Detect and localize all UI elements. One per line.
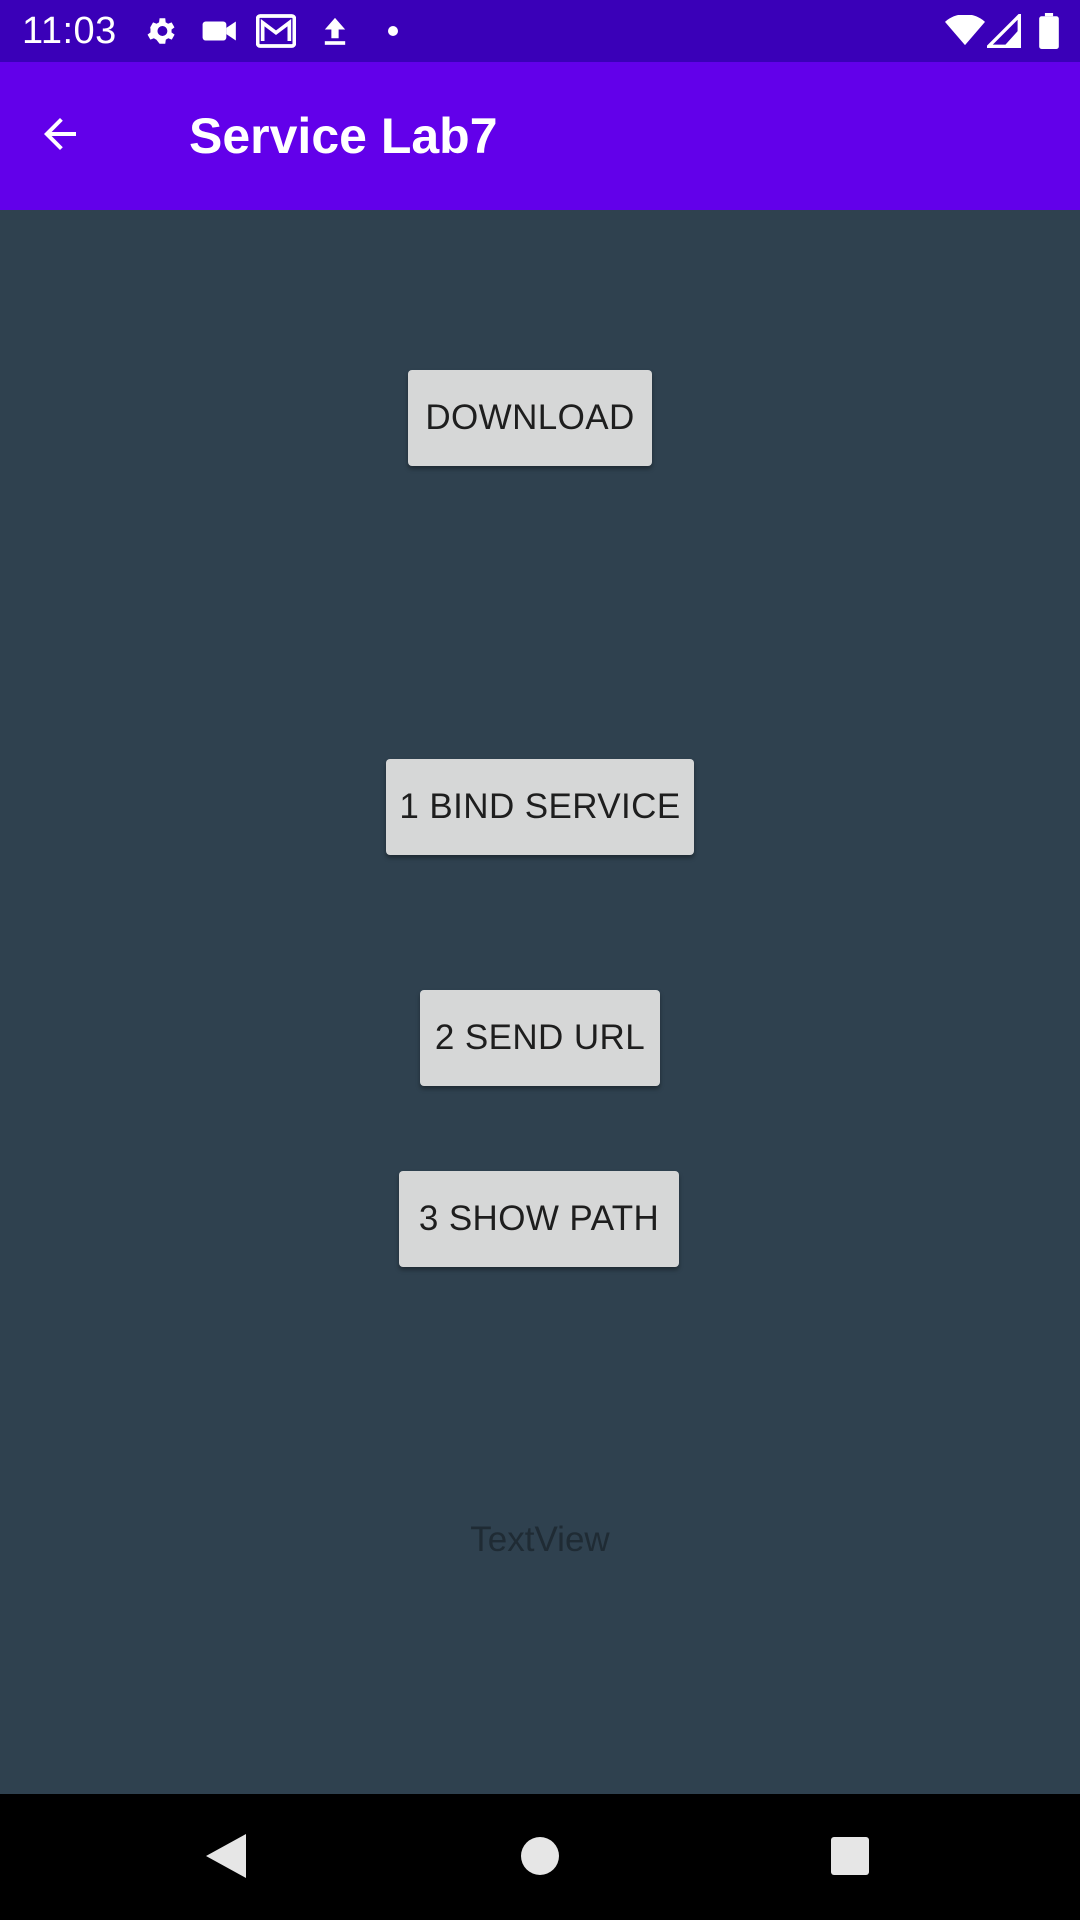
app-title: Service Lab7 [189,108,498,164]
upload-icon [318,0,352,62]
show-path-button[interactable]: 3 SHOW PATH [399,1171,679,1267]
nav-home-icon [520,1836,560,1881]
nav-home-button[interactable] [504,1822,576,1894]
download-button[interactable]: DOWNLOAD [408,370,652,466]
dot-icon [384,0,402,62]
text-view: TextView [470,1520,610,1559]
send-url-button[interactable]: 2 SEND URL [420,990,660,1086]
video-camera-icon [200,0,240,62]
app-bar: Service Lab7 [0,62,1080,210]
battery-icon [1036,0,1062,62]
gear-icon [143,0,179,62]
nav-recents-icon [830,1836,870,1881]
nav-recents-button[interactable] [814,1822,886,1894]
nav-back-button[interactable] [190,1822,262,1894]
main-content: DOWNLOAD 1 BIND SERVICE 2 SEND URL 3 SHO… [0,210,1080,1794]
back-button[interactable] [28,104,92,168]
signal-icon [986,0,1022,62]
wifi-icon [944,0,986,62]
navigation-bar [0,1794,1080,1920]
gmail-icon [256,0,296,62]
arrow-back-icon [36,110,84,163]
bind-service-button[interactable]: 1 BIND SERVICE [386,759,694,855]
nav-back-icon [204,1832,248,1885]
status-time: 11:03 [22,10,117,52]
status-bar: 11:03 [0,0,1080,62]
